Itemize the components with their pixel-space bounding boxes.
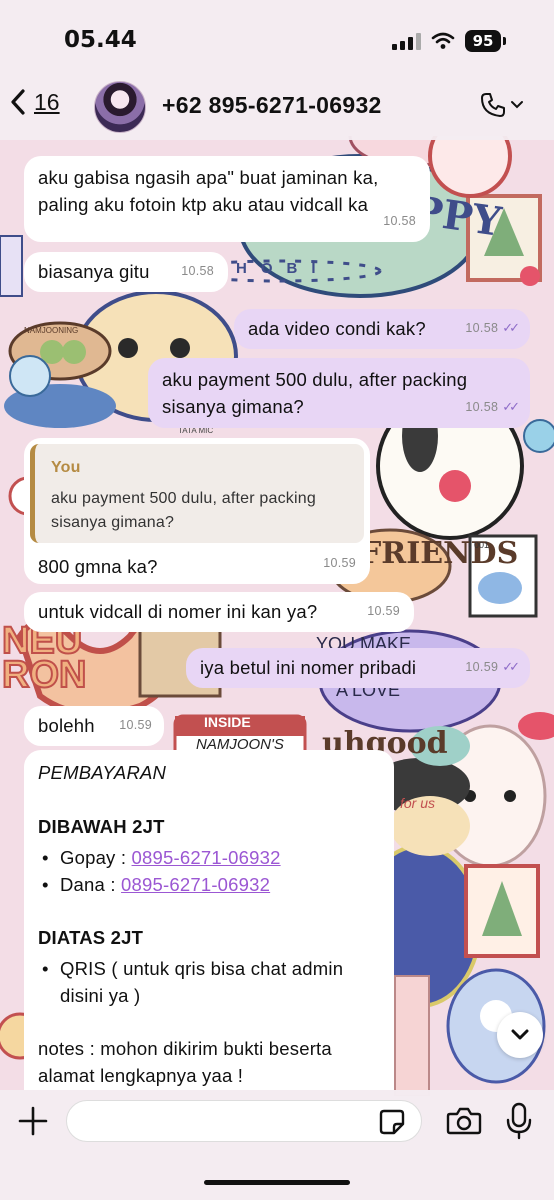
sticker-icon[interactable]	[378, 1108, 406, 1136]
message-text: untuk vidcall di nomer ini kan ya?	[38, 601, 318, 622]
message-bubble-incoming[interactable]: untuk vidcall di nomer ini kan ya? 10.59	[24, 592, 414, 632]
message-bubble-outgoing[interactable]: ada video condi kak? 10.58 ✓✓	[234, 309, 530, 349]
quoted-message[interactable]: You aku payment 500 dulu, after packing …	[30, 444, 364, 543]
microphone-icon[interactable]	[505, 1102, 533, 1140]
payment-section-over-2jt: DIATAS 2JT	[38, 927, 144, 948]
message-time: 10.59	[119, 718, 152, 732]
message-text: ada video condi kak?	[248, 318, 426, 339]
read-ticks-icon: ✓✓	[502, 399, 520, 414]
message-text: iya betul ini nomer pribadi	[200, 657, 417, 678]
gopay-number-link[interactable]: 0895-6271-06932	[132, 847, 281, 868]
message-time: 10.59 ✓✓	[465, 659, 520, 674]
message-input[interactable]	[66, 1100, 422, 1142]
dana-item: Dana : 0895-6271-06932	[38, 871, 380, 898]
message-time: 10.59	[323, 556, 356, 570]
scroll-to-bottom-button[interactable]	[497, 1012, 543, 1058]
quoted-text: aku payment 500 dulu, after packing sisa…	[51, 490, 316, 531]
payment-notes: notes : mohon dikirim bukti beserta	[38, 1038, 332, 1059]
home-indicator	[204, 1180, 350, 1185]
payment-notes-cont: alamat lengkapnya yaa !	[38, 1065, 244, 1086]
message-bubble-outgoing[interactable]: iya betul ini nomer pribadi 10.59 ✓✓	[186, 648, 530, 688]
payment-section-under-2jt: DIBAWAH 2JT	[38, 816, 165, 837]
status-time: 05.44	[64, 27, 137, 53]
wifi-icon	[431, 32, 455, 49]
call-button[interactable]	[480, 92, 524, 118]
chevron-down-icon	[511, 101, 523, 109]
avatar[interactable]	[94, 81, 146, 133]
payment-methods-list: Gopay : 0895-6271-06932 Dana : 0895-6271…	[38, 844, 380, 898]
read-ticks-icon: ✓✓	[502, 320, 520, 335]
message-text: biasanya gitu	[38, 261, 150, 282]
message-time: 10.58	[383, 214, 416, 228]
battery-tip	[503, 37, 506, 45]
message-text: 800 gmna ka?	[38, 556, 158, 577]
message-time: 10.58 ✓✓	[465, 399, 520, 414]
gopay-item: Gopay : 0895-6271-06932	[38, 844, 380, 871]
payment-title: PEMBAYARAN	[38, 762, 167, 783]
back-button[interactable]: 16	[10, 88, 60, 116]
payment-qris-list: QRIS ( untuk qris bisa chat admin disini…	[38, 955, 380, 1009]
quoted-author: You	[51, 459, 81, 476]
battery-icon: 95	[465, 30, 501, 52]
plus-icon[interactable]	[16, 1104, 50, 1138]
status-icons: 95	[392, 30, 506, 52]
camera-icon[interactable]	[446, 1106, 482, 1136]
message-bubble-incoming[interactable]: aku gabisa ngasih apa" buat jaminan ka, …	[24, 156, 430, 242]
message-bubble-incoming[interactable]: bolehh 10.59	[24, 706, 164, 746]
message-text: aku gabisa ngasih apa" buat jaminan ka, …	[38, 167, 379, 215]
unread-count: 16	[34, 88, 60, 115]
signal-icon	[392, 32, 421, 50]
chevron-down-icon	[511, 1029, 529, 1040]
qris-item: QRIS ( untuk qris bisa chat admin disini…	[38, 955, 380, 1009]
message-bubble-incoming-reply[interactable]: You aku payment 500 dulu, after packing …	[24, 438, 370, 584]
chat-header: 16 +62 895-6271-06932	[0, 72, 554, 136]
message-bubble-incoming[interactable]: biasanya gitu 10.58	[24, 252, 228, 292]
chevron-left-icon	[11, 89, 25, 115]
top-bar: 05.44 95 16 +62 895-6271-06932	[0, 0, 554, 140]
message-text: aku payment 500 dulu, after packing sisa…	[162, 369, 468, 417]
message-time: 10.58 ✓✓	[465, 320, 520, 335]
contact-name[interactable]: +62 895-6271-06932	[162, 92, 382, 119]
chat-scroll-area[interactable]: aku gabisa ngasih apa" buat jaminan ka, …	[0, 136, 554, 1096]
message-time: 10.58	[181, 264, 214, 278]
payment-info-message[interactable]: PEMBAYARAN DIBAWAH 2JT Gopay : 0895-6271…	[24, 750, 394, 1096]
read-ticks-icon: ✓✓	[502, 659, 520, 674]
message-bubble-outgoing[interactable]: aku payment 500 dulu, after packing sisa…	[148, 358, 530, 428]
message-time: 10.59	[367, 604, 400, 618]
phone-icon	[481, 93, 505, 117]
message-text: bolehh	[38, 715, 95, 736]
dana-number-link[interactable]: 0895-6271-06932	[121, 874, 270, 895]
